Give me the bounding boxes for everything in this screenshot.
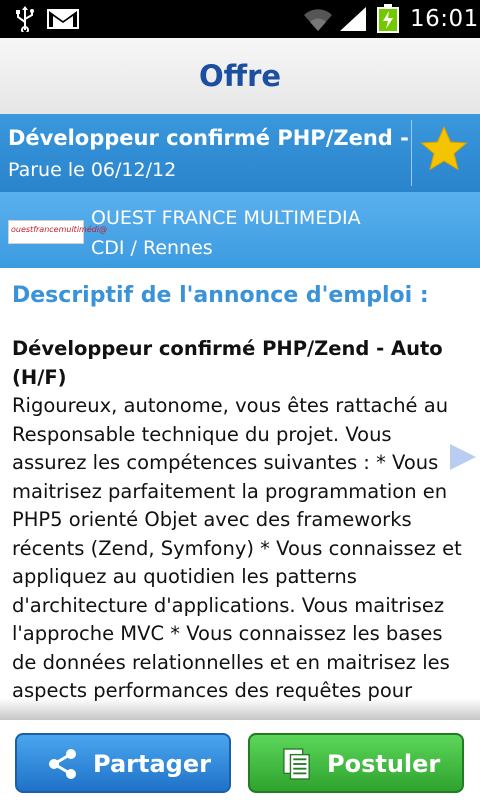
- apply-button-label: Postuler: [327, 750, 441, 778]
- next-page-arrow-icon[interactable]: [448, 442, 478, 472]
- description-body: Rigoureux, autonome, vous êtes rattaché …: [12, 394, 462, 702]
- company-name: OUEST FRANCE MULTIMEDIA: [91, 207, 361, 229]
- title-bar: Offre: [0, 38, 480, 115]
- share-button[interactable]: Partager: [15, 733, 231, 793]
- status-bar: 16:01: [0, 0, 480, 38]
- gmail-icon: [47, 9, 79, 29]
- job-header: Développeur confirmé PHP/Zend -. Parue l…: [0, 114, 480, 192]
- company-contract: CDI / Rennes: [91, 237, 213, 259]
- description-heading: Descriptif de l'annonce d'emploi :: [12, 283, 429, 308]
- documents-icon: [283, 748, 310, 780]
- wifi-icon: [304, 9, 332, 31]
- header-divider: [411, 120, 412, 186]
- share-button-label: Partager: [93, 750, 211, 778]
- favorite-star-icon[interactable]: [419, 124, 469, 174]
- battery-charging-icon: [377, 4, 399, 33]
- job-title: Développeur confirmé PHP/Zend -.: [8, 126, 408, 150]
- job-date: Parue le 06/12/12: [8, 159, 177, 181]
- page-title: Offre: [198, 59, 282, 93]
- signal-icon: [340, 7, 366, 31]
- scroll-fade: [0, 698, 480, 720]
- usb-icon: [16, 6, 34, 32]
- description-scroll-area[interactable]: Développeur confirmé PHP/Zend - Auto (H/…: [12, 335, 462, 718]
- description-title: Développeur confirmé PHP/Zend - Auto (H/…: [12, 337, 443, 389]
- share-icon: [49, 749, 76, 779]
- apply-button[interactable]: Postuler: [248, 733, 464, 793]
- clock: 16:01: [410, 6, 479, 32]
- company-logo: ouestfrancemultimédi@: [8, 220, 107, 244]
